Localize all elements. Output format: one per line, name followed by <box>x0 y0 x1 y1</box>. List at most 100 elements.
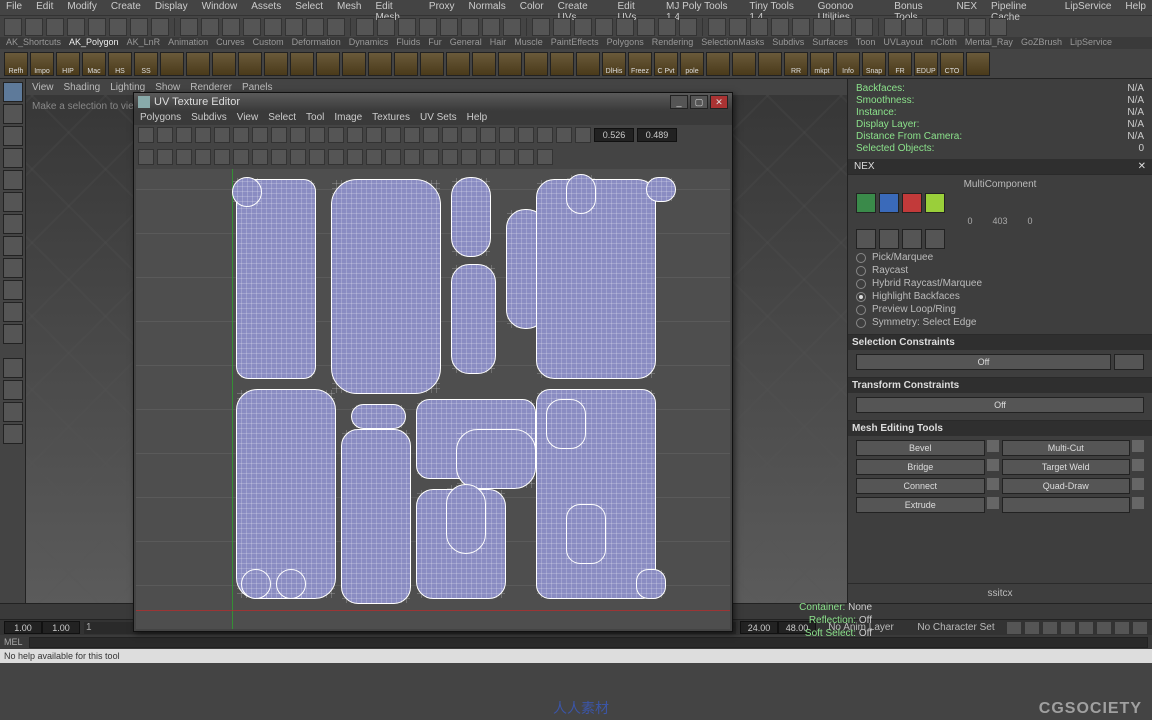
selection-mode-option[interactable]: Raycast <box>856 265 1144 276</box>
selection-mode-option[interactable]: Symmetry: Select Edge <box>856 317 1144 328</box>
uv-tool2-5[interactable] <box>233 149 249 165</box>
toolbar-button-45[interactable] <box>989 18 1007 36</box>
rotate-icon[interactable] <box>3 170 23 190</box>
lasso-icon[interactable] <box>3 104 23 124</box>
toolbar-button-42[interactable] <box>926 18 944 36</box>
tool-option-icon[interactable] <box>1132 478 1144 490</box>
transform-tool-icons[interactable] <box>856 229 1144 249</box>
move-icon[interactable] <box>3 148 23 168</box>
shelf-item-34[interactable]: FR <box>888 52 912 76</box>
playback-controls[interactable] <box>1006 621 1148 635</box>
menu-file[interactable]: File <box>6 1 22 14</box>
shelf-item-19[interactable] <box>498 52 522 76</box>
selection-mode-option[interactable]: Preview Loop/Ring <box>856 304 1144 315</box>
shelf-item-5[interactable]: SS <box>134 52 158 76</box>
toolbar-button-0[interactable] <box>4 18 22 36</box>
toolbar-button-4[interactable] <box>88 18 106 36</box>
toolbar-button-23[interactable] <box>503 18 521 36</box>
shelf-tab-custom[interactable]: Custom <box>253 37 284 49</box>
radio-icon[interactable] <box>856 253 866 263</box>
uv-tool2-21[interactable] <box>537 149 553 165</box>
uv-tool-17[interactable] <box>461 127 477 143</box>
shelf-item-6[interactable] <box>160 52 184 76</box>
menu-lipservice[interactable]: LipService <box>1065 1 1112 14</box>
toolbar-button-17[interactable] <box>377 18 395 36</box>
mesh-tool-target-weld[interactable]: Target Weld <box>1002 459 1131 475</box>
shelf-tabs[interactable]: AK_ShortcutsAK_PolygonAK_LnRAnimationCur… <box>0 37 1152 49</box>
shelf-tab-hair[interactable]: Hair <box>490 37 507 49</box>
uv-shell[interactable] <box>456 429 536 489</box>
soft-icon[interactable] <box>3 236 23 256</box>
main-toolbar[interactable] <box>0 15 1152 37</box>
mesh-tool-bevel[interactable]: Bevel <box>856 440 985 456</box>
toolbar-button-5[interactable] <box>109 18 127 36</box>
menu-tiny-tools-1.4[interactable]: Tiny Tools 1.4 <box>749 1 803 14</box>
maximize-button[interactable]: ▢ <box>690 95 708 109</box>
shelf-item-13[interactable] <box>342 52 366 76</box>
shelf-tab-ak_shortcuts[interactable]: AK_Shortcuts <box>6 37 61 49</box>
uv-shell[interactable] <box>232 177 262 207</box>
shelf-item-14[interactable] <box>368 52 392 76</box>
uv-tool-15[interactable] <box>423 127 439 143</box>
uv-tool-22[interactable] <box>556 127 572 143</box>
uv-shell[interactable] <box>451 264 496 374</box>
selection-mode-option[interactable]: Pick/Marquee <box>856 252 1144 263</box>
tool-option-icon[interactable] <box>987 440 999 452</box>
shelf-tab-toon[interactable]: Toon <box>856 37 876 49</box>
shelf-tab-ak_lnr[interactable]: AK_LnR <box>127 37 161 49</box>
uv-tool2-8[interactable] <box>290 149 306 165</box>
uv-tool-9[interactable] <box>309 127 325 143</box>
show-icon[interactable] <box>3 258 23 278</box>
toolbar-button-9[interactable] <box>201 18 219 36</box>
toolbar-button-26[interactable] <box>574 18 592 36</box>
misc2-icon[interactable] <box>3 302 23 322</box>
selection-mode-option[interactable]: Hybrid Raycast/Marquee <box>856 278 1144 289</box>
menu-edit[interactable]: Edit <box>36 1 53 14</box>
face-mode-icon[interactable] <box>902 193 922 213</box>
shelf-item-21[interactable] <box>550 52 574 76</box>
shelf-item-16[interactable] <box>420 52 444 76</box>
tool-option-icon[interactable] <box>1132 459 1144 471</box>
uv-window-titlebar[interactable]: UV Texture Editor _ ▢ ✕ <box>134 93 732 111</box>
shelf-item-11[interactable] <box>290 52 314 76</box>
component-mode-icons[interactable] <box>856 193 1144 213</box>
menu-mj-poly-tools-1.4[interactable]: MJ Poly Tools 1.4 <box>666 1 735 14</box>
uv-tool2-1[interactable] <box>157 149 173 165</box>
shelf-item-2[interactable]: HIP <box>56 52 80 76</box>
uv-tool2-4[interactable] <box>214 149 230 165</box>
shelf-item-7[interactable] <box>186 52 210 76</box>
shelf-tab-ncloth[interactable]: nCloth <box>931 37 957 49</box>
uv-tool-12[interactable] <box>366 127 382 143</box>
mesh-tool-multi-cut[interactable]: Multi-Cut <box>1002 440 1131 456</box>
scale-icon[interactable] <box>3 192 23 212</box>
uv-tool2-17[interactable] <box>461 149 477 165</box>
uv-shell[interactable] <box>351 404 406 429</box>
toolbar-button-38[interactable] <box>834 18 852 36</box>
uv-tool-8[interactable] <box>290 127 306 143</box>
uv-shell[interactable] <box>636 569 666 599</box>
uv-shell[interactable] <box>566 504 606 564</box>
uv-tool-6[interactable] <box>252 127 268 143</box>
uv-tool2-15[interactable] <box>423 149 439 165</box>
toolbar-button-43[interactable] <box>947 18 965 36</box>
uv-tool-21[interactable] <box>537 127 553 143</box>
shelf-tab-painteffects[interactable]: PaintEffects <box>551 37 599 49</box>
shelf-item-26[interactable]: pole <box>680 52 704 76</box>
toolbar-button-34[interactable] <box>750 18 768 36</box>
minimize-button[interactable]: _ <box>670 95 688 109</box>
shelf-tab-selectionmasks[interactable]: SelectionMasks <box>701 37 764 49</box>
tool-option-icon[interactable] <box>1132 497 1144 509</box>
move-tool-icon[interactable] <box>879 229 899 249</box>
mesh-tool-connect[interactable]: Connect <box>856 478 985 494</box>
toolbar-button-18[interactable] <box>398 18 416 36</box>
toolbar-button-32[interactable] <box>708 18 726 36</box>
shelf-item-23[interactable]: DlHis <box>602 52 626 76</box>
menu-mesh[interactable]: Mesh <box>337 1 361 14</box>
toolbar-button-24[interactable] <box>532 18 550 36</box>
shelf-item-32[interactable]: Info <box>836 52 860 76</box>
cmd-input[interactable] <box>29 637 1148 648</box>
menu-goonoo-utilities[interactable]: Goonoo Utilities <box>818 1 881 14</box>
uv-editor-menubar[interactable]: PolygonsSubdivsViewSelectToolImageTextur… <box>134 111 732 125</box>
sel-constraint-field[interactable] <box>1114 354 1144 370</box>
shelf-item-24[interactable]: Freez <box>628 52 652 76</box>
